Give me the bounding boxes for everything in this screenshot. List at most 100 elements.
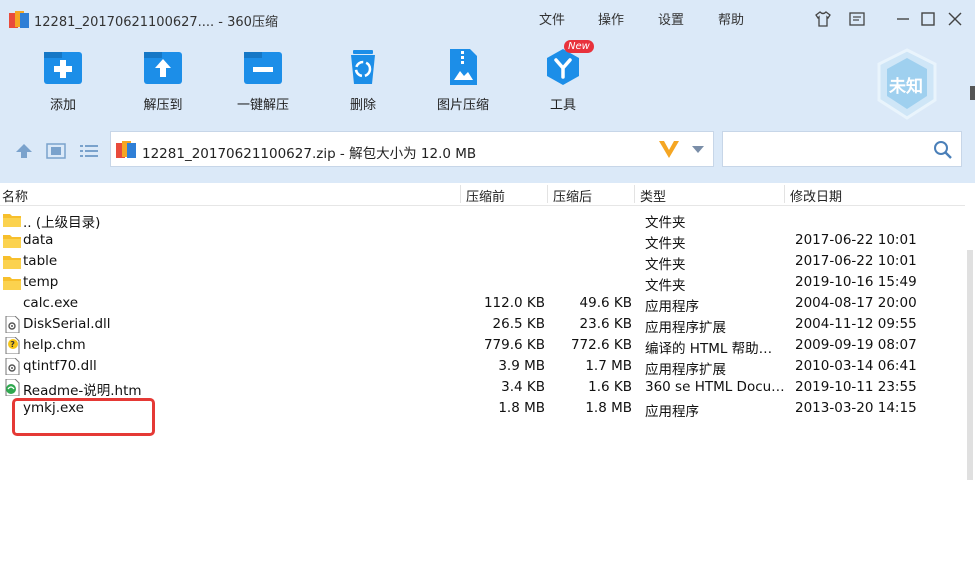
add-icon — [44, 52, 82, 84]
minimize-icon[interactable] — [894, 10, 912, 28]
file-compressed-size: 1.6 KB — [588, 379, 632, 395]
search-icon[interactable] — [933, 140, 953, 160]
col-divider[interactable] — [784, 185, 785, 203]
skin-icon[interactable] — [814, 10, 832, 28]
extract-to-icon — [144, 52, 182, 84]
window-title: 12281_20170621100627.... - 360压缩 — [34, 15, 278, 30]
image-compress-button[interactable]: 图片压缩 — [418, 44, 508, 120]
file-compressed-size: 23.6 KB — [579, 316, 632, 332]
file-size: 1.8 MB — [498, 400, 545, 416]
one-click-extract-icon — [244, 52, 282, 84]
file-name: calc.exe — [23, 295, 79, 311]
file-compressed-size: 1.8 MB — [585, 400, 632, 416]
table-row[interactable]: data 文件夹 2017-06-22 10:01 — [0, 230, 965, 252]
search-box[interactable] — [722, 131, 962, 167]
file-type: 应用程序 — [645, 299, 699, 315]
file-type: 应用程序扩展 — [645, 362, 726, 378]
col-divider[interactable] — [547, 185, 548, 203]
menu-operation[interactable]: 操作 — [598, 9, 624, 28]
extract-to-button[interactable]: 解压到 — [118, 44, 208, 120]
file-modified: 2004-11-12 09:55 — [795, 316, 917, 332]
maximize-icon[interactable] — [919, 10, 937, 28]
table-row[interactable]: ? help.chm 779.6 KB 772.6 KB 编译的 HTML 帮助… — [0, 335, 965, 357]
vertical-scrollbar[interactable] — [965, 205, 975, 570]
add-button[interactable]: 添加 — [18, 44, 108, 120]
toolbar: 添加 解压到 一键解压 删除 图片压缩 工具 — [0, 44, 860, 124]
file-size: 112.0 KB — [483, 295, 545, 311]
file-name: Readme-说明.htm — [23, 383, 142, 399]
col-name[interactable]: 名称 — [2, 186, 28, 205]
tools-label: 工具 — [549, 98, 576, 113]
file-name: .. (上级目录) — [23, 215, 101, 231]
file-modified: 2004-08-17 20:00 — [795, 295, 917, 311]
menu-settings[interactable]: 设置 — [658, 9, 684, 28]
delete-button[interactable]: 删除 — [318, 44, 408, 120]
chm-help-file-icon: ? — [5, 337, 20, 354]
folder-icon — [3, 256, 21, 269]
address-bar[interactable]: 12281_20170621100627.zip - 解包大小为 12.0 MB — [110, 131, 714, 167]
file-type: 文件夹 — [645, 278, 686, 294]
scrollbar-thumb[interactable] — [967, 250, 973, 480]
file-type: 编译的 HTML 帮助… — [645, 341, 773, 357]
file-name: table — [23, 253, 58, 269]
image-compress-icon — [450, 49, 477, 85]
file-modified: 2009-09-19 08:07 — [795, 337, 917, 353]
thumbnail-view-icon[interactable] — [46, 143, 66, 159]
file-compressed-size: 772.6 KB — [570, 337, 632, 353]
folder-icon — [3, 277, 21, 290]
zip-archive-icon — [116, 141, 136, 158]
image-compress-label: 图片压缩 — [436, 98, 489, 113]
table-row[interactable]: .. (上级目录) 文件夹 — [0, 209, 965, 231]
file-compressed-size: 49.6 KB — [579, 295, 632, 311]
file-name: temp — [23, 274, 59, 290]
folder-icon — [3, 214, 21, 227]
file-size: 3.9 MB — [498, 358, 545, 374]
table-row[interactable]: Readme-说明.htm 3.4 KB 1.6 KB 360 se HTML … — [0, 377, 965, 399]
file-name: help.chm — [23, 337, 86, 353]
folder-icon — [3, 235, 21, 248]
delete-label: 删除 — [349, 98, 376, 113]
file-name: DiskSerial.dll — [23, 316, 111, 332]
menu-help[interactable]: 帮助 — [718, 9, 744, 28]
side-marker — [970, 86, 975, 100]
svg-text:?: ? — [10, 340, 15, 349]
file-modified: 2010-03-14 06:41 — [795, 358, 917, 374]
file-modified: 2017-06-22 10:01 — [795, 253, 917, 269]
table-row[interactable]: qtintf70.dll 3.9 MB 1.7 MB 应用程序扩展 2010-0… — [0, 356, 965, 378]
file-modified: 2017-06-22 10:01 — [795, 232, 917, 248]
tools-button[interactable]: 工具 — [518, 44, 608, 120]
file-modified: 2019-10-11 23:55 — [795, 379, 917, 395]
address-dropdown-icon[interactable] — [692, 146, 704, 153]
one-click-extract-label: 一键解压 — [236, 98, 289, 113]
htm-file-icon — [5, 379, 20, 396]
delete-icon — [351, 50, 375, 84]
one-click-extract-button[interactable]: 一键解压 — [218, 44, 308, 120]
col-divider[interactable] — [634, 185, 635, 203]
add-label: 添加 — [49, 98, 76, 113]
col-type[interactable]: 类型 — [640, 186, 666, 205]
file-modified: 2013-03-20 14:15 — [795, 400, 917, 416]
col-compressed[interactable]: 压缩后 — [553, 186, 592, 205]
table-row[interactable]: table 文件夹 2017-06-22 10:01 — [0, 251, 965, 273]
new-badge: New — [564, 40, 594, 53]
table-row[interactable]: DiskSerial.dll 26.5 KB 23.6 KB 应用程序扩展 20… — [0, 314, 965, 336]
file-type: 应用程序 — [645, 404, 699, 420]
archive-path: 12281_20170621100627.zip - 解包大小为 12.0 MB — [142, 146, 477, 162]
col-divider[interactable] — [460, 185, 461, 203]
table-row[interactable]: temp 文件夹 2019-10-16 15:49 — [0, 272, 965, 294]
file-size: 779.6 KB — [483, 337, 545, 353]
close-icon[interactable] — [946, 10, 964, 28]
up-arrow-icon[interactable] — [14, 143, 34, 159]
menu-file[interactable]: 文件 — [539, 9, 565, 28]
list-view-icon[interactable] — [79, 143, 99, 159]
file-modified: 2019-10-16 15:49 — [795, 274, 917, 290]
file-type: 应用程序扩展 — [645, 320, 726, 336]
feedback-icon[interactable] — [848, 10, 866, 28]
file-compressed-size: 1.7 MB — [585, 358, 632, 374]
table-row[interactable]: calc.exe 112.0 KB 49.6 KB 应用程序 2004-08-1… — [0, 293, 965, 315]
verified-v-icon[interactable] — [657, 138, 681, 160]
title-bar: 12281_20170621100627.... - 360压缩 文件 操作 设… — [0, 0, 975, 36]
col-modified[interactable]: 修改日期 — [790, 186, 842, 205]
file-name: data — [23, 232, 54, 248]
col-size[interactable]: 压缩前 — [466, 186, 505, 205]
